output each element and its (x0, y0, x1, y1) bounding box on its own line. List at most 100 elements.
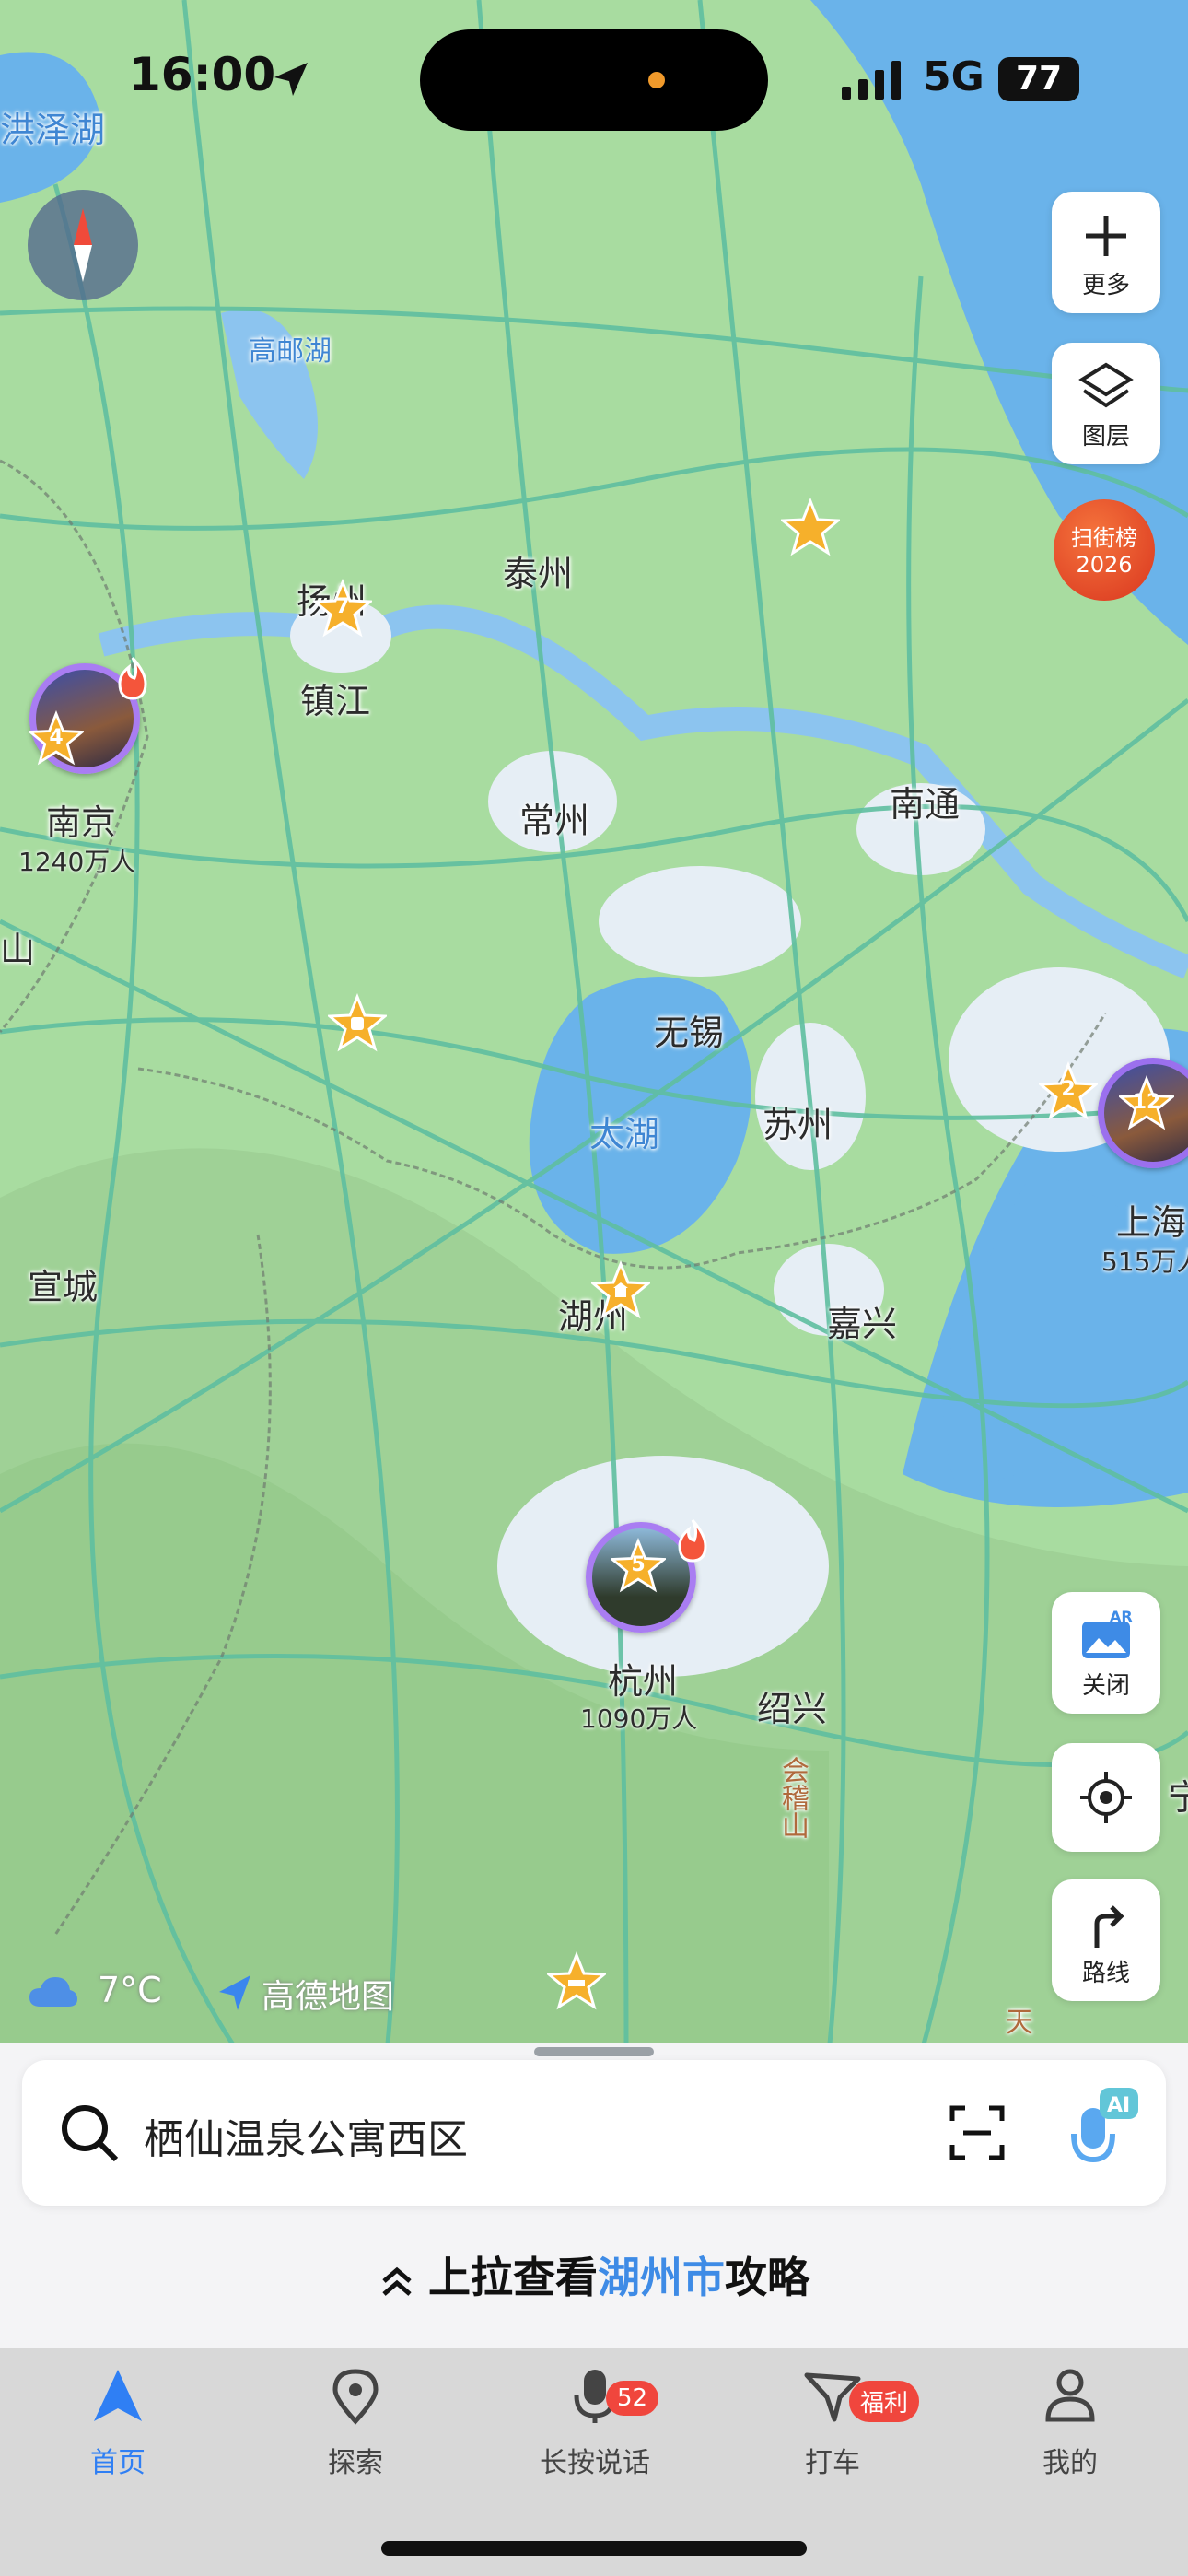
tab-profile[interactable]: 我的 (978, 2366, 1162, 2480)
nanjing-count: 4 (49, 726, 64, 749)
double-chevron-up-icon (382, 2266, 412, 2296)
taxi-badge: 福利 (849, 2381, 920, 2422)
battery-level: 77 (1015, 60, 1063, 98)
kuaiji-mountain-label: 会稽山 (776, 1756, 809, 1839)
more-label: 更多 (1081, 272, 1130, 299)
search-bar[interactable]: 栖仙温泉公寓西区 AI (22, 2060, 1166, 2206)
shanghai-star-count: 2 (1061, 1078, 1076, 1101)
shanghai-label[interactable]: 上海 (1116, 1194, 1186, 1245)
nanjing-label[interactable]: 南京 (46, 794, 116, 845)
person-icon (1045, 2369, 1095, 2422)
layers-button[interactable]: 图层 (1052, 343, 1160, 464)
wuxi-label[interactable]: 无锡 (654, 1004, 724, 1055)
taizhou-label[interactable]: 泰州 (503, 545, 573, 596)
yangzhou-star-marker[interactable]: 7 (313, 579, 372, 638)
route-button[interactable]: 路线 (1052, 1879, 1160, 2001)
street-rank-year: 2026 (1076, 552, 1133, 578)
svg-text:AI: AI (1107, 2094, 1130, 2117)
tai-lake-label: 太湖 (589, 1114, 660, 1154)
pull-hint-suffix: 攻略 (725, 2253, 809, 2302)
temple-icon (591, 1260, 650, 1319)
shanghai-count: 12 (1132, 1091, 1161, 1114)
ai-voice-icon[interactable]: AI (1057, 2086, 1140, 2178)
locate-button[interactable] (1052, 1743, 1160, 1852)
location-arrow-icon (274, 63, 308, 96)
locate-icon (1080, 1772, 1132, 1823)
star-icon (781, 498, 840, 556)
street-rank-button[interactable]: 扫街榜 2026 (1054, 499, 1155, 601)
map-base (0, 0, 1188, 2055)
svg-text:AR: AR (1110, 1609, 1133, 1625)
tab-explore-label: 探索 (328, 2447, 383, 2479)
voice-badge: 52 (606, 2381, 659, 2416)
fire-icon (118, 657, 147, 700)
home-arrow-icon (94, 2370, 142, 2421)
nanjing-population: 1240万人 (18, 847, 136, 877)
ar-close-label: 关闭 (1081, 1672, 1130, 1700)
dynamic-island (420, 29, 768, 131)
more-button[interactable]: 更多 (1052, 192, 1160, 313)
signal-icon (842, 61, 901, 100)
pull-hint-prefix: 上拉查看 (428, 2253, 598, 2302)
hangzhou-label[interactable]: 杭州 (608, 1653, 678, 1704)
sheet-handle[interactable] (534, 2047, 654, 2056)
nanjing-star: 4 (29, 710, 84, 766)
nantong-label[interactable]: 南通 (890, 776, 960, 826)
shaoxing-label[interactable]: 绍兴 (757, 1680, 827, 1731)
map-view[interactable]: 洪泽湖 高邮湖 泰州 扬州 镇江 南京 1240万人 常州 南通 无锡 太湖 苏… (0, 0, 1188, 2055)
layers-label: 图层 (1081, 423, 1130, 451)
network-type: 5G (923, 53, 984, 100)
yangzhou-count: 7 (335, 595, 350, 618)
battery-indicator: 77 (998, 57, 1079, 101)
ning-label: 宁 (1168, 1777, 1188, 1818)
scan-icon[interactable] (947, 2102, 1007, 2163)
route-label: 路线 (1081, 1960, 1130, 1987)
tab-explore[interactable]: 探索 (263, 2366, 448, 2480)
compass-icon (74, 208, 92, 282)
jiaxing-label[interactable]: 嘉兴 (827, 1295, 897, 1346)
huzhou-star-marker[interactable] (591, 1260, 650, 1319)
shanghai-star-marker[interactable]: 2 (1039, 1061, 1098, 1120)
bed-icon (547, 1951, 606, 2010)
tab-taxi-label: 打车 (805, 2447, 860, 2479)
tab-home-label: 首页 (90, 2447, 146, 2479)
home-indicator[interactable] (381, 2541, 807, 2556)
pull-hint-city[interactable]: 湖州市 (598, 2253, 725, 2302)
tab-home[interactable]: 首页 (26, 2366, 210, 2480)
train-station-icon (328, 993, 387, 1052)
ar-image-icon: AR (1082, 1609, 1133, 1658)
shanghai-star: 12 (1119, 1075, 1174, 1130)
changzhou-label[interactable]: 常州 (519, 792, 589, 843)
amap-brand-text: 高德地图 (262, 1978, 395, 2016)
cloud-icon (29, 1977, 77, 2007)
hotel-star-marker[interactable] (547, 1951, 606, 2010)
tab-voice[interactable]: 长按说话 52 (503, 2366, 687, 2480)
search-icon (62, 2105, 119, 2162)
plus-icon (1086, 216, 1126, 256)
search-input[interactable]: 栖仙温泉公寓西区 (144, 2106, 468, 2165)
amap-logo-icon (219, 1975, 250, 2010)
street-rank-title: 扫街榜 (1071, 525, 1137, 551)
zhenjiang-label[interactable]: 镇江 (300, 673, 370, 723)
tab-profile-label: 我的 (1042, 2447, 1098, 2479)
pull-up-hint[interactable]: 上拉查看湖州市攻略 (0, 2244, 1188, 2305)
recording-indicator (648, 72, 665, 88)
shan-left-label: 山 (0, 930, 36, 970)
poi-star-marker[interactable] (781, 498, 840, 556)
hangzhou-population: 1090万人 (580, 1704, 698, 1734)
train-star-marker[interactable] (328, 993, 387, 1052)
ar-close-button[interactable]: AR 关闭 (1052, 1592, 1160, 1714)
xuancheng-label[interactable]: 宣城 (28, 1259, 98, 1309)
weather-temperature: 7°C (98, 1970, 162, 2010)
route-icon (1094, 1905, 1124, 1948)
location-pin-icon (332, 2369, 379, 2425)
tab-taxi[interactable]: 打车 福利 (740, 2366, 925, 2480)
layers-icon (1078, 362, 1134, 408)
status-time: 16:00 (129, 48, 276, 101)
tian-label: 天 (1006, 2007, 1033, 2039)
shanghai-population: 515万人 (1101, 1247, 1188, 1277)
suzhou-label[interactable]: 苏州 (763, 1096, 833, 1147)
tab-voice-label: 长按说话 (540, 2447, 650, 2479)
fire-icon (678, 1519, 707, 1563)
compass-button[interactable] (28, 190, 138, 300)
